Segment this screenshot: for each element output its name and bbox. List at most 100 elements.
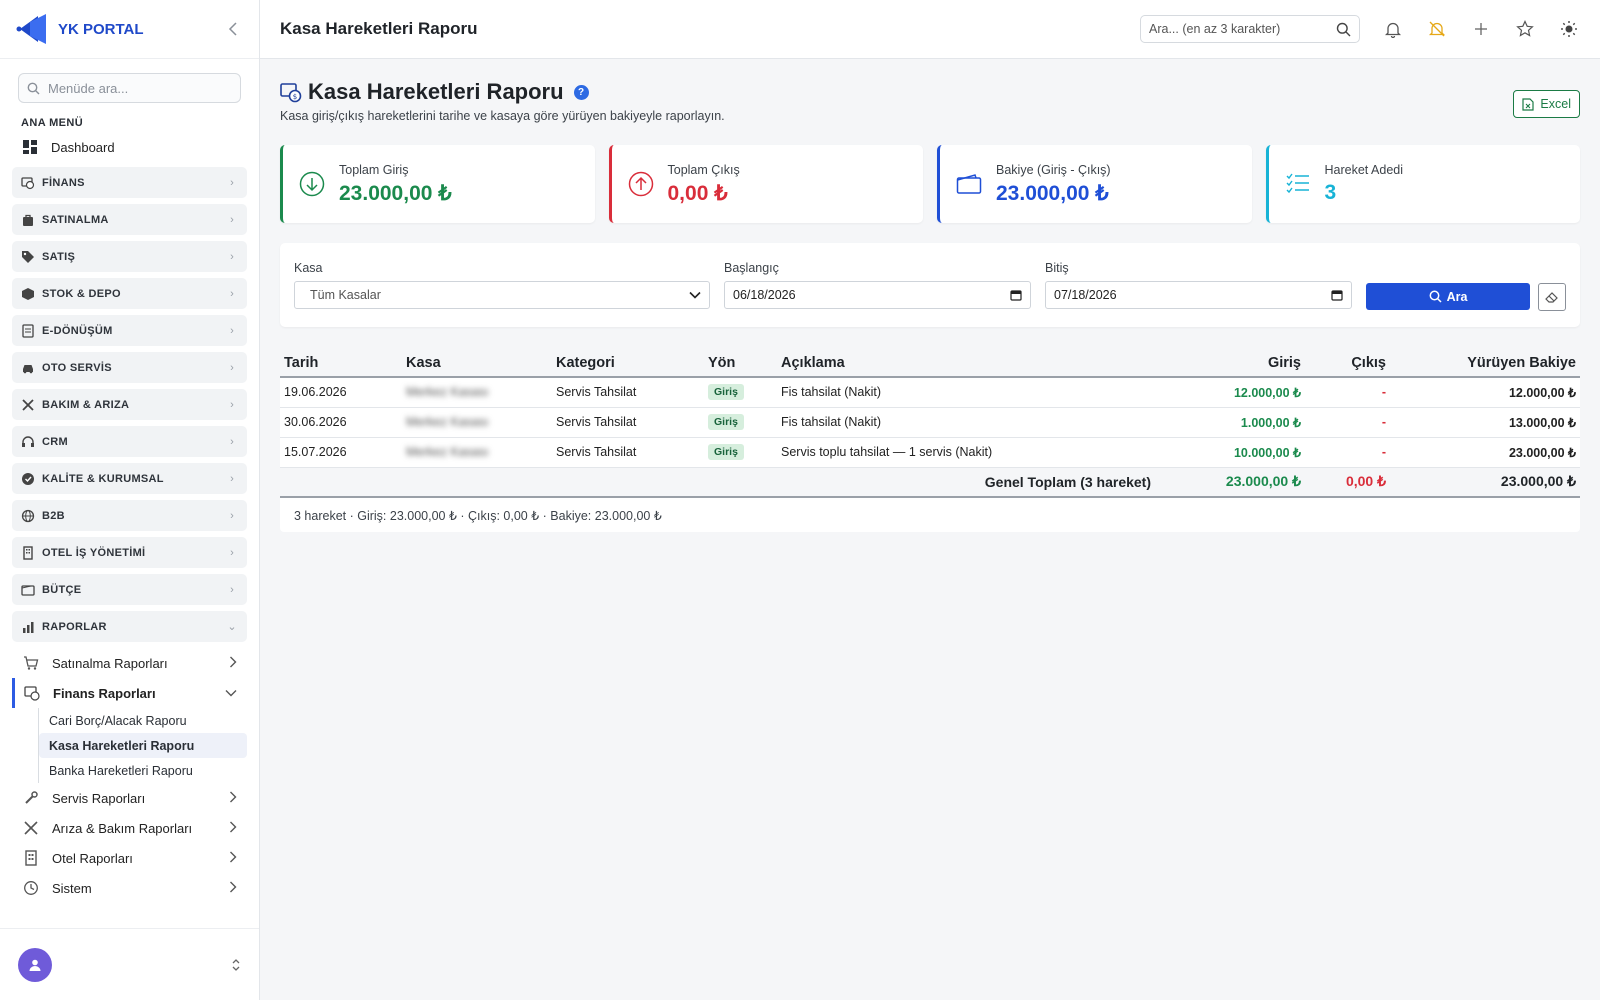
cell-in: 10.000,00 ₺ [1155,437,1305,468]
clear-filters-button[interactable] [1538,283,1566,311]
sidebar-item-label: Otel Raporları [52,850,133,866]
avatar[interactable] [18,947,52,982]
chevron-updown-icon[interactable] [231,958,241,972]
add-button[interactable] [1470,18,1492,40]
chevron-right-icon: › [230,398,234,411]
sidebar-item-label: Sistem [52,880,92,896]
cell-in: 1.000,00 ₺ [1155,407,1305,438]
sidebar-item-finans-raporlari[interactable]: Finans Raporları [12,678,247,708]
calendar-icon[interactable] [1010,289,1022,301]
cell-kasa: Merkez Kasası [402,377,552,408]
chevron-down-icon [689,291,701,299]
sidebar-group-label: B2B [42,509,65,522]
header-aciklama[interactable]: Açıklama [777,347,1155,378]
sidebar-group-kalite[interactable]: KALİTE & KURUMSAL › [12,463,247,494]
sidebar-item-ariza-bakim-raporlari[interactable]: Arıza & Bakım Raporları [12,813,247,843]
favorites-button[interactable] [1514,18,1536,40]
table-summary: 3 hareket · Giriş: 23.000,00 ₺ · Çıkış: … [294,509,662,523]
topbar-title: Kasa Hareketleri Raporu [280,19,478,38]
sidebar-group-crm[interactable]: CRM › [12,426,247,457]
section-title: ANA MENÜ [21,117,84,129]
start-date-input[interactable]: 06/18/2026 [724,281,1031,309]
mute-notifications-button[interactable] [1426,18,1448,40]
sidebar-leaf-kasa[interactable]: Kasa Hareketleri Raporu [39,733,247,758]
sidebar-group-e-donusum[interactable]: E-DÖNÜŞÜM › [12,315,247,346]
sidebar-groups: FİNANS › SATINALMA › SATIŞ › STOK & DEPO… [0,167,259,642]
cell-out: - [1305,377,1390,408]
collapse-sidebar-button[interactable] [223,19,243,39]
header-tarih[interactable]: Tarih [280,347,402,378]
help-icon[interactable]: ? [573,84,589,100]
kasa-label: Kasa [294,261,323,275]
table-row: 30.06.2026 Merkez Kasası Servis Tahsilat… [280,407,1580,438]
total-in: 23.000,00 ₺ [1155,467,1305,498]
sidebar-group-satis[interactable]: SATIŞ › [12,241,247,272]
sidebar: YK PORTAL Menüde ara... ANA MENÜ Dashboa… [0,0,260,1000]
movements-table-wrap: Tarih Kasa Kategori Yön Açıklama Giriş Ç… [280,347,1580,532]
cell-category: Servis Tahsilat [552,407,704,438]
wrench-icon [22,789,40,807]
card-balance: Bakiye (Giriş - Çıkış) 23.000,00 ₺ [937,145,1252,223]
sidebar-group-stok-depo[interactable]: STOK & DEPO › [12,278,247,309]
user-icon [29,959,41,971]
main-content: $ Kasa Hareketleri Raporu ? Kasa giriş/ç… [260,59,1600,1000]
sidebar-item-dashboard[interactable]: Dashboard [0,133,259,161]
sidebar-item-label: Finans Raporları [53,685,156,701]
sidebar-leaf-cari[interactable]: Cari Borç/Alacak Raporu [39,708,247,733]
menu-search-input[interactable]: Menüde ara... [18,73,241,103]
end-date-input[interactable]: 07/18/2026 [1045,281,1352,309]
sidebar-item-label: Arıza & Bakım Raporları [52,820,193,836]
table-total-row: Genel Toplam (3 hareket) 23.000,00 ₺ 0,0… [280,467,1580,498]
sidebar-item-sistem[interactable]: Sistem [12,873,247,903]
header-kategori[interactable]: Kategori [552,347,704,378]
sidebar-item-otel-raporlari[interactable]: Otel Raporları [12,843,247,873]
sidebar-leaf-banka[interactable]: Banka Hareketleri Raporu [39,758,247,783]
sidebar-item-label: Servis Raporları [52,790,146,806]
sidebar-group-oto-servis[interactable]: OTO SERVİS › [12,352,247,383]
sidebar-item-label: Satınalma Raporları [52,655,168,671]
global-search-input[interactable]: Ara... (en az 3 karakter) [1140,15,1360,43]
sidebar-group-butce[interactable]: BÜTÇE › [12,574,247,605]
excel-button-label: Excel [1540,97,1571,111]
chevron-right-icon [229,851,237,866]
chevron-right-icon [229,821,237,836]
sidebar-group-otel[interactable]: OTEL İŞ YÖNETİMİ › [12,537,247,568]
clock-icon [22,879,40,897]
card-count: Hareket Adedi 3 [1265,145,1580,223]
bell-off-icon [1428,21,1446,37]
sidebar-group-bakim-ariza[interactable]: BAKIM & ARIZA › [12,389,247,420]
cell-kasa: Merkez Kasası [402,407,552,438]
theme-toggle-button[interactable] [1558,18,1580,40]
user-menu[interactable] [0,928,259,1000]
arrow-down-circle-icon [299,171,325,197]
sidebar-group-label: CRM [42,435,68,448]
sidebar-item-servis-raporlari[interactable]: Servis Raporları [12,783,247,813]
header-giris[interactable]: Giriş [1155,347,1305,378]
sidebar-group-raporlar[interactable]: RAPORLAR ⌄ [12,611,247,642]
kasa-select-value: Tüm Kasalar [310,288,381,302]
sidebar-group-label: BÜTÇE [42,583,82,596]
card-label: Toplam Giriş [339,162,409,177]
header-bakiye[interactable]: Yürüyen Bakiye [1390,347,1580,378]
notifications-button[interactable] [1382,18,1404,40]
kasa-select[interactable]: Tüm Kasalar [294,281,710,309]
header-cikis[interactable]: Çıkış [1305,347,1390,378]
list-check-icon [1286,173,1309,194]
search-button[interactable]: Ara [1366,283,1530,310]
sidebar-item-satinalma-raporlari[interactable]: Satınalma Raporları [12,648,247,678]
cell-balance: 13.000,00 ₺ [1390,407,1580,438]
summary-cards: Toplam Giriş 23.000,00 ₺ Toplam Çıkış 0,… [280,145,1580,223]
sidebar-group-satinalma[interactable]: SATINALMA › [12,204,247,235]
header-kasa[interactable]: Kasa [402,347,552,378]
sidebar-group-finans[interactable]: FİNANS › [12,167,247,198]
calendar-icon[interactable] [1331,289,1343,301]
excel-export-button[interactable]: Excel [1513,90,1580,118]
sidebar-group-label: OTO SERVİS [42,361,112,374]
end-date-filter: Bitiş 07/18/2026 [1045,261,1352,309]
chart-icon [21,620,35,634]
table-row: 15.07.2026 Merkez Kasası Servis Tahsilat… [280,437,1580,468]
sidebar-group-b2b[interactable]: B2B › [12,500,247,531]
header-yon[interactable]: Yön [704,347,777,378]
logo-icon [16,12,50,46]
search-icon [1336,22,1351,36]
